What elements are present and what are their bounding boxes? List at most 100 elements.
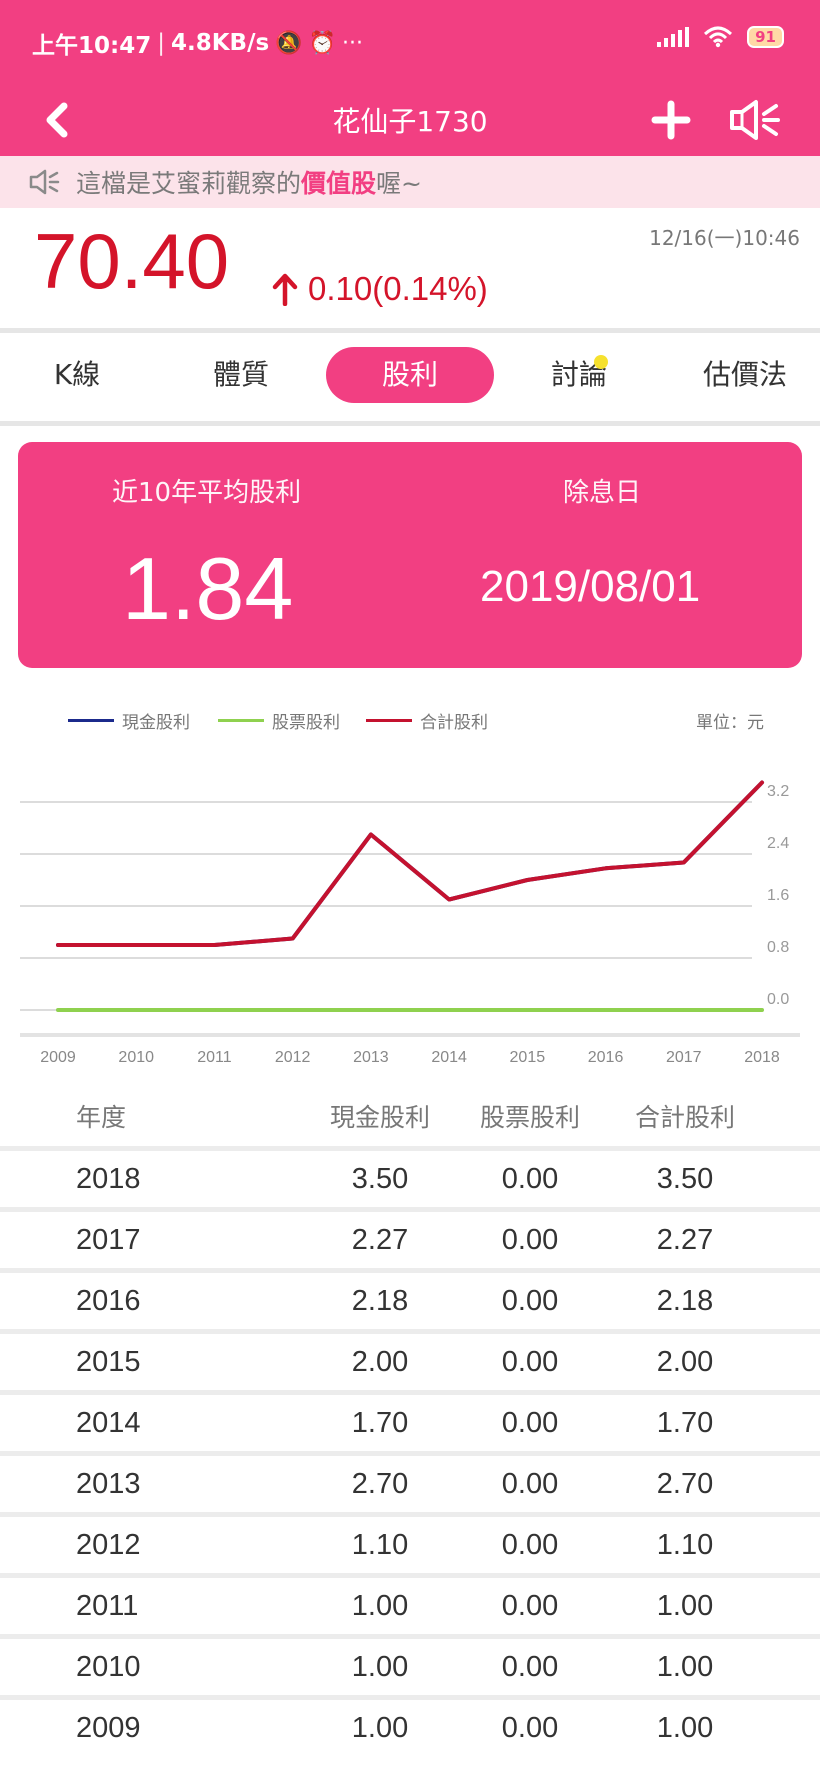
cell-cash-dividend: 2.00 xyxy=(351,1346,409,1378)
tab-kline[interactable]: K線 xyxy=(22,347,132,403)
series-point xyxy=(525,1008,529,1012)
table-row: 2012 1.10 0.00 1.10 xyxy=(0,1512,820,1573)
series-line-total xyxy=(56,780,764,947)
cell-year: 2012 xyxy=(76,1529,141,1561)
cell-total-dividend: 2.27 xyxy=(656,1224,714,1256)
x-tick-label: 2015 xyxy=(510,1049,546,1066)
cell-cash-dividend: 2.70 xyxy=(351,1468,409,1500)
cell-cash-dividend: 3.50 xyxy=(351,1163,409,1195)
cell-year: 2016 xyxy=(76,1285,141,1317)
cell-stock-dividend: 0.00 xyxy=(501,1163,559,1195)
table-row: 2009 1.00 0.00 1.00 xyxy=(0,1695,820,1756)
cell-stock-dividend: 0.00 xyxy=(501,1651,559,1683)
x-tick-label: 2013 xyxy=(353,1049,389,1066)
cell-total-dividend: 1.00 xyxy=(656,1651,714,1683)
series-point xyxy=(682,1008,686,1012)
y-tick-label: 3.2 xyxy=(767,783,789,800)
dividend-summary-card: 近10年平均股利 1.84 除息日 2019/08/01 xyxy=(18,442,802,668)
cell-cash-dividend: 2.27 xyxy=(351,1224,409,1256)
stock-price: 70.40 xyxy=(34,217,230,305)
header-stock-dividend: 股票股利 xyxy=(479,1103,580,1132)
table-row: 2015 2.00 0.00 2.00 xyxy=(0,1329,820,1390)
x-tick-label: 2012 xyxy=(275,1049,311,1066)
legend-label: 股票股利 xyxy=(272,713,340,733)
notice-text-suffix: 喔~ xyxy=(376,169,422,198)
legend-swatch xyxy=(68,719,114,722)
legend-item-stock: 股票股利 xyxy=(218,708,340,733)
cell-cash-dividend: 1.70 xyxy=(351,1407,409,1439)
table-row: 2017 2.27 0.00 2.27 xyxy=(0,1207,820,1268)
table-header: 年度 現金股利 股票股利 合計股利 xyxy=(0,1090,820,1146)
status-time: 上午10:47 xyxy=(32,33,152,59)
battery-icon: 91 xyxy=(747,26,784,48)
signal-icon xyxy=(657,27,690,47)
cell-year: 2011 xyxy=(76,1590,139,1622)
x-tick-label: 2014 xyxy=(431,1049,467,1066)
cell-total-dividend: 1.10 xyxy=(656,1529,714,1561)
table-row: 2014 1.70 0.00 1.70 xyxy=(0,1390,820,1451)
legend-label: 現金股利 xyxy=(122,713,190,733)
cell-stock-dividend: 0.00 xyxy=(501,1407,559,1439)
cell-total-dividend: 3.50 xyxy=(656,1163,714,1195)
add-icon[interactable] xyxy=(646,94,696,146)
network-speed: 4.8KB/s xyxy=(170,30,270,56)
cell-stock-dividend: 0.00 xyxy=(501,1285,559,1317)
cell-total-dividend: 2.70 xyxy=(656,1468,714,1500)
legend-swatch xyxy=(366,719,412,722)
cell-total-dividend: 2.00 xyxy=(656,1346,714,1378)
legend-swatch xyxy=(218,719,264,722)
speaker-icon[interactable] xyxy=(726,94,786,146)
x-tick-label: 2017 xyxy=(666,1049,702,1066)
cell-year: 2018 xyxy=(76,1163,141,1195)
series-point xyxy=(369,833,373,836)
series-point xyxy=(212,943,216,947)
tab-bar: K線 體質 股利 討論 估價法 xyxy=(0,333,820,421)
quote-panel: 70.40 0.10(0.14%) 12/16(一)10:46 xyxy=(0,208,820,328)
series-point xyxy=(447,1008,451,1012)
avg-dividend-label: 近10年平均股利 xyxy=(112,478,302,508)
x-tick-label: 2018 xyxy=(744,1049,780,1066)
x-tick-label: 2016 xyxy=(588,1049,624,1066)
header-cash-dividend: 現金股利 xyxy=(329,1103,430,1132)
cell-total-dividend: 1.00 xyxy=(656,1590,714,1622)
megaphone-icon xyxy=(29,169,60,195)
tab-discussion[interactable]: 討論 xyxy=(524,347,634,403)
y-tick-label: 0.8 xyxy=(767,939,789,956)
cell-total-dividend: 1.00 xyxy=(656,1712,714,1744)
cell-year: 2015 xyxy=(76,1346,141,1378)
series-point xyxy=(212,1008,216,1012)
y-tick-label: 2.4 xyxy=(767,835,789,852)
cell-cash-dividend: 1.10 xyxy=(351,1529,409,1561)
status-right: 91 xyxy=(657,26,784,48)
up-arrow-icon xyxy=(272,273,298,306)
cell-year: 2014 xyxy=(76,1407,141,1439)
y-tick-label: 1.6 xyxy=(767,887,789,904)
tab-dividend[interactable]: 股利 xyxy=(326,347,494,403)
mute-bell-icon: 🔕 xyxy=(275,30,303,56)
ex-dividend-date: 2019/08/01 xyxy=(480,562,701,611)
unit-label: 單位：元 xyxy=(696,713,764,733)
tab-fundamentals[interactable]: 體質 xyxy=(186,347,296,403)
series-point xyxy=(134,943,138,947)
legend-item-cash: 現金股利 xyxy=(68,708,190,733)
status-left: 上午10:47 | 4.8KB/s 🔕 ⏰ ··· xyxy=(32,26,363,60)
nav-bar: 花仙子1730 xyxy=(0,86,820,156)
status-separator: | xyxy=(157,30,165,56)
quote-timestamp: 12/16(一)10:46 xyxy=(649,226,800,250)
price-change-value: 0.10(0.14%) xyxy=(308,270,488,307)
series-point xyxy=(291,1008,295,1012)
table-body: 2018 3.50 0.00 3.50 2017 2.27 0.00 2.27 2016 2.18… xyxy=(0,1146,820,1756)
table-row: 2013 2.70 0.00 2.70 xyxy=(0,1451,820,1512)
cell-year: 2013 xyxy=(76,1468,141,1500)
cell-cash-dividend: 1.00 xyxy=(351,1651,409,1683)
tab-valuation[interactable]: 估價法 xyxy=(690,347,800,403)
x-tick-label: 2010 xyxy=(118,1049,154,1066)
table-row: 2018 3.50 0.00 3.50 xyxy=(0,1146,820,1207)
series-point xyxy=(134,1008,138,1012)
notice-bar[interactable]: 這檔是艾蜜莉觀察的 價值股 喔~ xyxy=(0,156,820,208)
series-point xyxy=(760,1008,764,1012)
series-point xyxy=(369,1008,373,1012)
page-title: 花仙子1730 xyxy=(332,105,488,138)
series-point xyxy=(760,781,764,784)
status-bar: 上午10:47 | 4.8KB/s 🔕 ⏰ ··· 91 xyxy=(0,0,820,86)
